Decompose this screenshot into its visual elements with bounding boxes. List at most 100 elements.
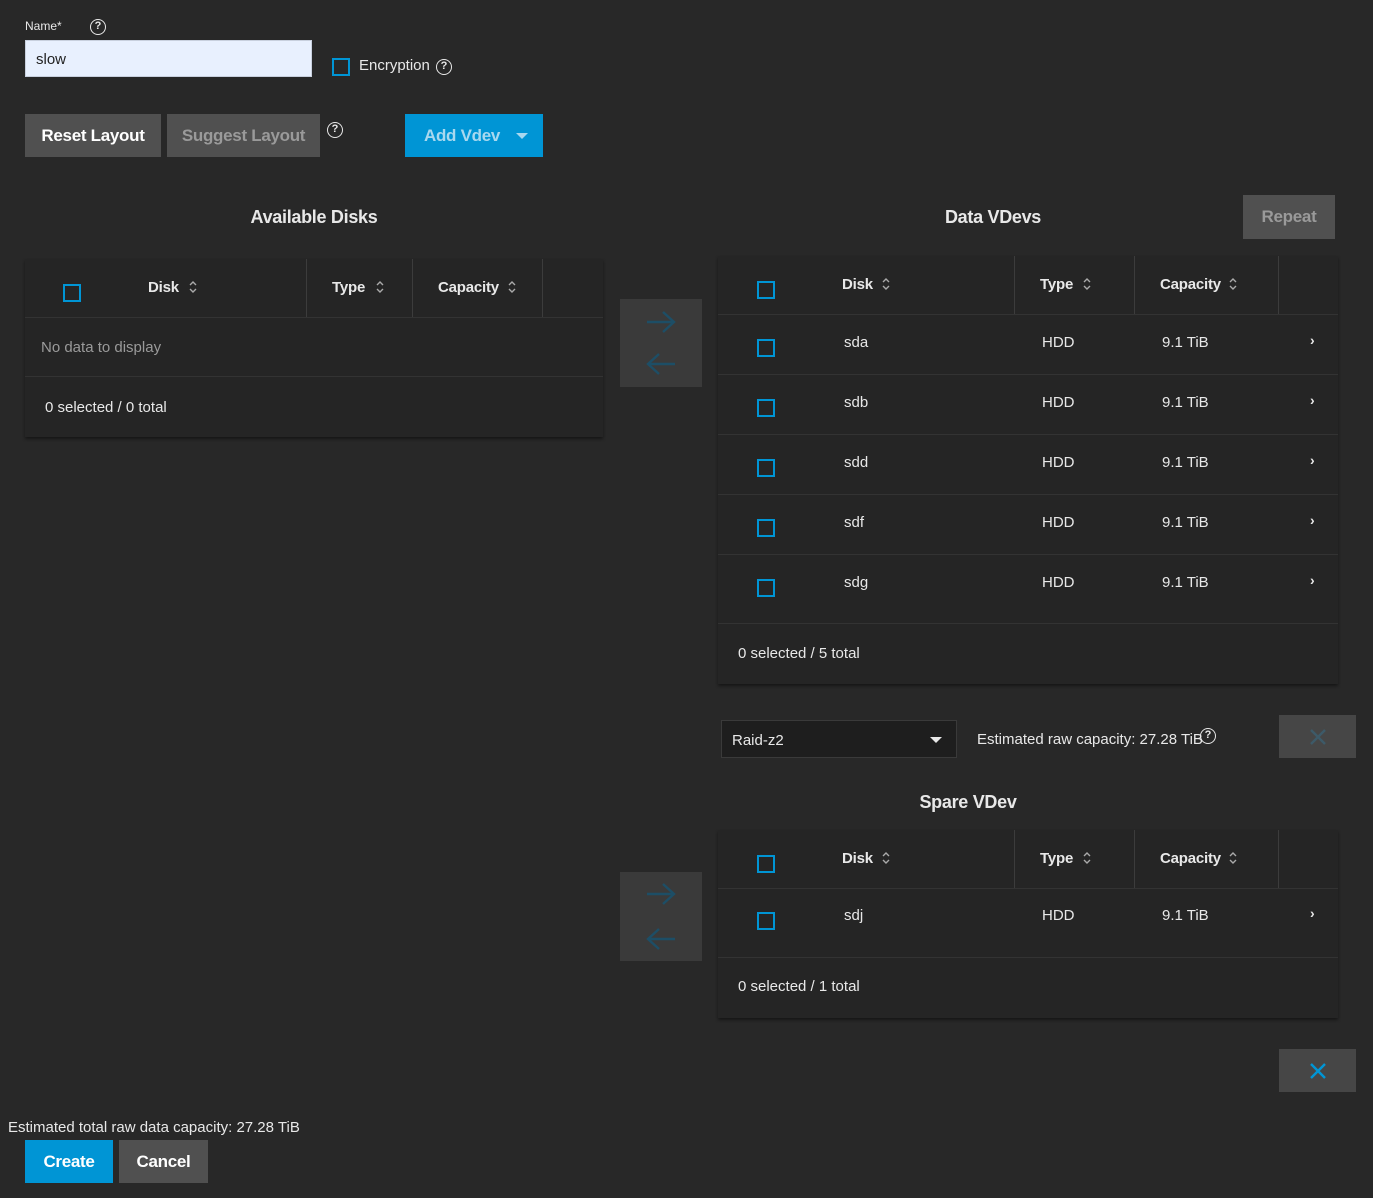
cell-disk: sdg [844,574,869,591]
layout-select-value: Raid-z2 [732,732,784,749]
cell-disk: sdf [844,514,865,531]
cell-disk: sdb [844,394,869,411]
layout-select[interactable]: Raid-z2 [721,720,957,758]
capacity-help-icon[interactable]: ? [1200,728,1216,744]
row-divider [718,623,1338,624]
data-footer-count: 0 selected / 5 total [738,645,860,662]
row-divider [718,494,1338,495]
name-help-icon[interactable]: ? [90,19,106,35]
spare-vdev-title: Spare VDev [919,792,1017,812]
cell-capacity: 9.1 TiB [1162,574,1209,591]
row-divider [25,376,603,377]
row-divider [718,888,1338,889]
encryption-checkbox[interactable] [332,58,350,76]
estimated-raw-capacity: Estimated raw capacity: 27.28 TiB [977,731,1203,748]
available-header-disk[interactable]: Disk [148,279,179,296]
spare-header-disk[interactable]: Disk [842,850,873,867]
column-divider [1014,830,1015,888]
cell-disk: sda [844,334,869,351]
column-divider [412,259,413,317]
arrow-right-icon[interactable] [645,881,677,907]
available-disks-table: Disk Type Capacity No data to display 0 … [25,259,603,437]
column-divider [542,259,543,317]
data-vdevs-title: Data VDevs [944,207,1042,227]
cell-capacity: 9.1 TiB [1162,907,1209,924]
suggest-layout-help-icon[interactable]: ? [327,122,343,138]
sort-icon[interactable] [1082,277,1092,291]
cell-capacity: 9.1 TiB [1162,334,1209,351]
dropdown-arrow-icon[interactable] [930,737,942,743]
reset-layout-button[interactable]: Reset Layout [25,114,161,157]
sort-icon[interactable] [375,280,385,294]
sort-icon[interactable] [881,277,891,291]
row-divider [718,554,1338,555]
row-divider [718,957,1338,958]
cancel-button[interactable]: Cancel [119,1140,208,1183]
spare-header-type[interactable]: Type [1040,850,1073,867]
sort-icon[interactable] [881,851,891,865]
sort-icon[interactable] [188,280,198,294]
chevron-right-icon[interactable]: › [1310,392,1315,408]
cell-disk: sdd [844,454,869,471]
data-select-all-checkbox[interactable] [757,281,775,299]
chevron-right-icon[interactable]: › [1310,512,1315,528]
row-divider [718,374,1338,375]
sort-icon[interactable] [1228,851,1238,865]
column-divider [1134,256,1135,314]
chevron-right-icon[interactable]: › [1310,332,1315,348]
add-vdev-button[interactable]: Add Vdev [405,114,543,157]
row-divider [25,317,603,318]
arrow-left-icon[interactable] [645,351,677,377]
add-vdev-label: Add Vdev [424,125,501,145]
cell-capacity: 9.1 TiB [1162,454,1209,471]
sort-icon[interactable] [1228,277,1238,291]
data-vdevs-table: Disk Type Capacity sda HDD 9.1 TiB › sdb… [718,256,1338,684]
remove-data-vdev-button[interactable] [1279,715,1356,758]
column-divider [306,259,307,317]
total-raw-capacity: Estimated total raw data capacity: 27.28… [8,1119,300,1136]
available-header-capacity[interactable]: Capacity [438,279,499,296]
encryption-help-icon[interactable]: ? [436,59,452,75]
arrow-left-icon[interactable] [645,926,677,952]
name-input[interactable]: slow [25,40,312,77]
available-header-type[interactable]: Type [332,279,365,296]
chevron-right-icon[interactable]: › [1310,905,1315,921]
cell-type: HDD [1042,454,1075,471]
cell-disk: sdj [844,907,864,924]
row-checkbox[interactable] [757,399,775,417]
cell-type: HDD [1042,514,1075,531]
repeat-button[interactable]: Repeat [1243,195,1335,239]
remove-spare-vdev-button[interactable] [1279,1049,1356,1092]
spare-header-capacity[interactable]: Capacity [1160,850,1221,867]
column-divider [1014,256,1015,314]
chevron-right-icon[interactable]: › [1310,452,1315,468]
create-button[interactable]: Create [25,1140,113,1183]
data-header-type[interactable]: Type [1040,276,1073,293]
encryption-label: Encryption [359,57,430,74]
data-header-capacity[interactable]: Capacity [1160,276,1221,293]
close-icon [1309,728,1326,745]
cell-type: HDD [1042,394,1075,411]
row-checkbox[interactable] [757,912,775,930]
empty-message: No data to display [41,339,162,356]
row-checkbox[interactable] [757,519,775,537]
spare-vdev-table: Disk Type Capacity sdj HDD 9.1 TiB › 0 s… [718,830,1338,1018]
available-select-all-checkbox[interactable] [63,284,81,302]
cell-capacity: 9.1 TiB [1162,394,1209,411]
data-header-disk[interactable]: Disk [842,276,873,293]
name-input-value: slow [36,51,67,68]
row-checkbox[interactable] [757,339,775,357]
chevron-right-icon[interactable]: › [1310,572,1315,588]
row-checkbox[interactable] [757,579,775,597]
sort-icon[interactable] [507,280,517,294]
arrow-right-icon[interactable] [645,309,677,335]
column-divider [1134,830,1135,888]
row-checkbox[interactable] [757,459,775,477]
suggest-layout-button[interactable]: Suggest Layout [167,114,320,157]
cell-capacity: 9.1 TiB [1162,514,1209,531]
spare-select-all-checkbox[interactable] [757,855,775,873]
cell-type: HDD [1042,907,1075,924]
available-disks-title: Available Disks [250,207,378,227]
sort-icon[interactable] [1082,851,1092,865]
chevron-down-icon[interactable] [516,133,528,139]
